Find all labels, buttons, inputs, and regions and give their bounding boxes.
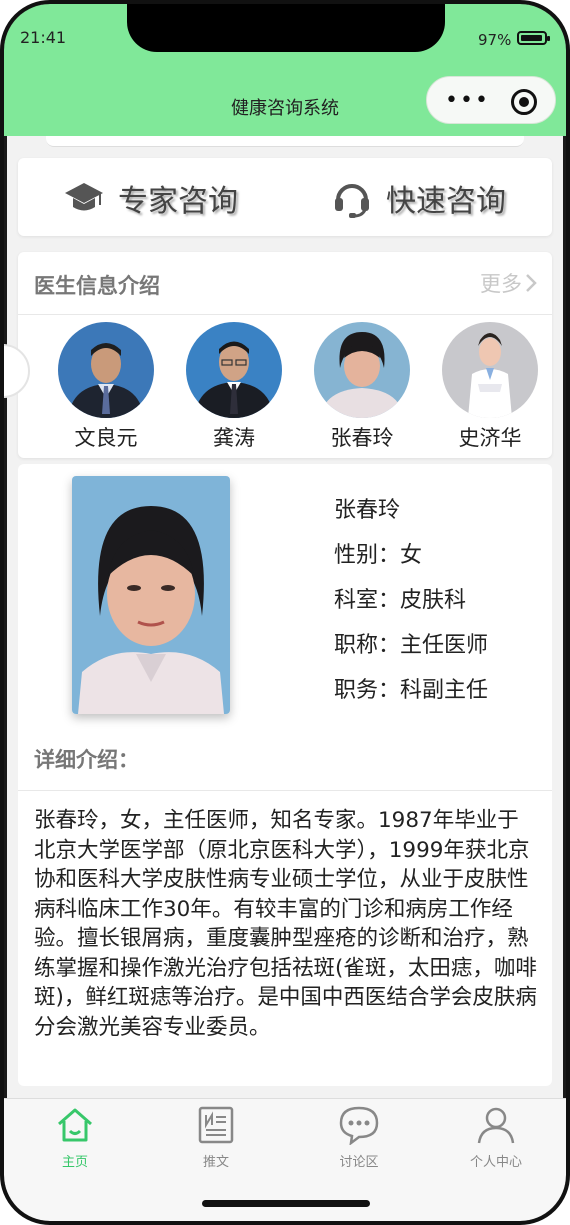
doctor-item-4[interactable]: 史济华 xyxy=(440,322,540,452)
miniprogram-capsule: ••• xyxy=(426,76,556,124)
doctor-name: 文良元 xyxy=(74,426,138,450)
home-indicator[interactable] xyxy=(202,1200,370,1207)
tab-label: 推文 xyxy=(202,1155,229,1170)
tab-label: 讨论区 xyxy=(339,1155,379,1170)
expert-consult-label: 专家咨询 xyxy=(118,184,238,219)
doctor-item-1[interactable]: 文良元 xyxy=(56,322,156,452)
partial-avatar[interactable] xyxy=(4,344,30,398)
doctor-item-3[interactable]: 张春玲 xyxy=(312,322,412,452)
main-content[interactable]: 专家咨询 快速咨询 医生信息介绍 更多 文良元 龚涛 张春玲 史济华 张春玲 性… xyxy=(4,136,566,1098)
doctor-item-2[interactable]: 龚涛 xyxy=(184,322,284,452)
notch xyxy=(127,4,445,52)
headset-icon xyxy=(335,184,369,218)
doctor-gender: 性别：女 xyxy=(334,543,423,568)
more-link[interactable]: 更多 xyxy=(480,268,540,298)
chevron-right-icon xyxy=(526,274,537,292)
doctor-title: 职称：主任医师 xyxy=(334,633,489,658)
tab-label: 个人中心 xyxy=(469,1155,522,1170)
doctor-detail-panel: 张春玲 性别：女 科室：皮肤科 职称：主任医师 职务：科副主任 详细介绍： 张春… xyxy=(18,464,552,1086)
tab-home[interactable]: 主页 xyxy=(25,1105,125,1170)
doctor-detail-name: 张春玲 xyxy=(334,498,401,523)
home-icon xyxy=(58,1108,92,1142)
tab-discussion[interactable]: 讨论区 xyxy=(309,1105,409,1170)
graduation-cap-icon xyxy=(65,183,103,211)
doctor-avatar xyxy=(58,322,154,418)
doctor-section-title: 医生信息介绍 xyxy=(34,274,160,298)
doctor-position: 职务：科副主任 xyxy=(334,678,489,703)
doctor-name: 张春玲 xyxy=(330,426,394,450)
battery-icon xyxy=(517,31,550,45)
battery-fill xyxy=(521,35,542,41)
expert-consult-button[interactable]: 专家咨询 xyxy=(64,174,238,222)
detail-divider xyxy=(18,790,552,791)
tab-label: 主页 xyxy=(61,1155,88,1170)
doctor-photo xyxy=(72,476,230,714)
doctor-name: 龚涛 xyxy=(213,426,255,450)
chat-icon xyxy=(339,1106,379,1146)
battery-percent: 97% xyxy=(478,31,512,49)
doctor-name: 史济华 xyxy=(458,426,522,450)
doctor-avatar xyxy=(442,322,538,418)
target-close-icon[interactable] xyxy=(511,89,537,115)
section-divider xyxy=(18,314,552,315)
top-bar: 21:41 97% 健康咨询系统 ••• xyxy=(4,4,566,136)
tab-profile[interactable]: 个人中心 xyxy=(446,1105,546,1170)
quick-consult-button[interactable]: 快速咨询 xyxy=(332,174,506,222)
previous-card-edge xyxy=(46,136,524,147)
detail-intro-title: 详细介绍： xyxy=(34,748,139,772)
doctor-department: 科室：皮肤科 xyxy=(334,588,467,613)
phone-screen: 21:41 97% 健康咨询系统 ••• 专家咨询 快速咨询 医生信息介绍 更多… xyxy=(4,4,566,1221)
user-icon xyxy=(477,1107,515,1144)
consult-card: 专家咨询 快速咨询 xyxy=(18,158,552,236)
quick-consult-label: 快速咨询 xyxy=(386,184,506,219)
detail-intro-text: 张春玲，女，主任医师，知名专家。1987年毕业于北京大学医学部（原北京医科大学）… xyxy=(34,808,537,1040)
doctor-avatar xyxy=(314,322,410,418)
doctor-info-card: 医生信息介绍 更多 文良元 龚涛 张春玲 史济华 xyxy=(4,252,552,458)
article-icon xyxy=(198,1106,234,1144)
status-time: 21:41 xyxy=(20,28,67,47)
more-dots-icon[interactable]: ••• xyxy=(445,88,490,113)
more-label: 更多 xyxy=(480,272,522,296)
tab-article[interactable]: 推文 xyxy=(166,1105,266,1170)
doctor-avatar xyxy=(186,322,282,418)
